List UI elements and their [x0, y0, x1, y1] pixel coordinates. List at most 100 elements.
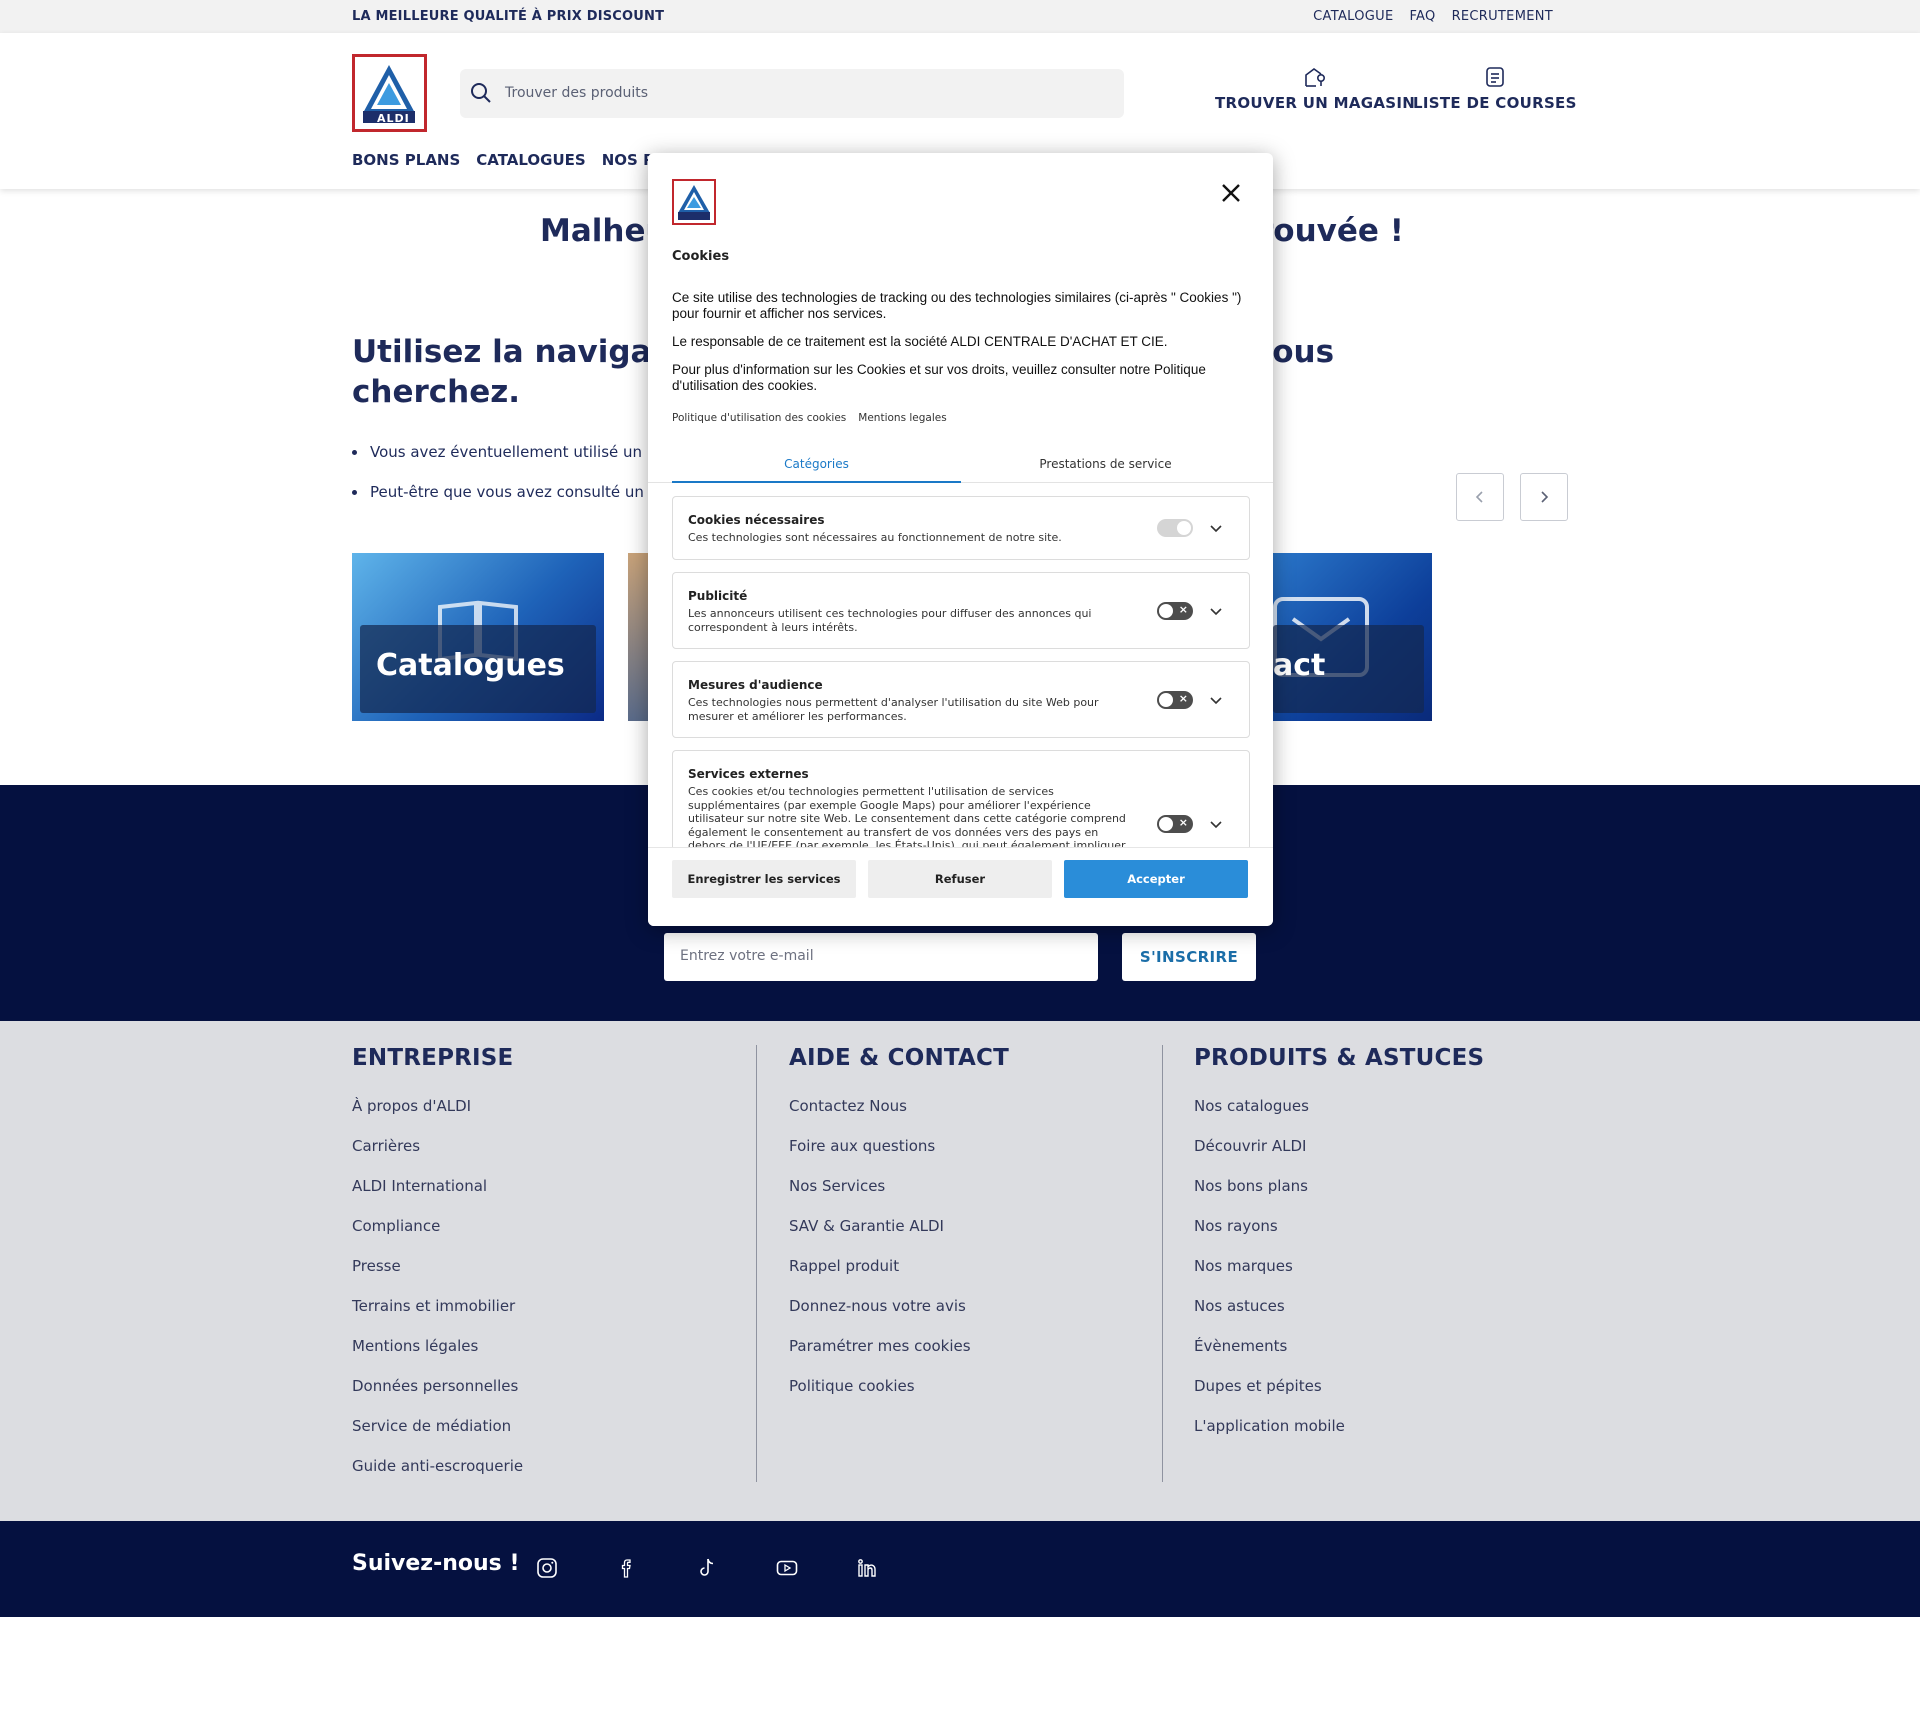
footer-link[interactable]: ALDI International [352, 1171, 523, 1211]
close-icon[interactable] [1217, 179, 1245, 207]
footer-link[interactable]: À propos d'ALDI [352, 1091, 523, 1131]
help-item: Peut-être que vous avez consulté un vie [368, 483, 674, 501]
tab-categories[interactable]: Catégories [672, 447, 961, 483]
chevron-left-icon [1475, 491, 1483, 503]
modal-aldi-logo [672, 179, 716, 225]
newsletter-email-input[interactable]: Entrez votre e-mail [664, 933, 1098, 981]
footer-link[interactable]: SAV & Garantie ALDI [789, 1211, 1009, 1251]
help-item: Vous avez éventuellement utilisé un lien [368, 443, 674, 461]
footer-link[interactable]: Service de médiation [352, 1411, 523, 1451]
footer-link[interactable]: Découvrir ALDI [1194, 1131, 1484, 1171]
store-location-icon [1305, 68, 1326, 87]
category-description: Ces technologies sont nécessaires au fon… [688, 531, 1062, 544]
footer-link[interactable]: Paramétrer mes cookies [789, 1331, 1009, 1371]
footer-link[interactable]: Compliance [352, 1211, 523, 1251]
footer-divider [1162, 1045, 1163, 1482]
chevron-down-icon[interactable] [1209, 604, 1223, 618]
footer-link[interactable]: Rappel produit [789, 1251, 1009, 1291]
tile-catalogues[interactable]: Catalogues [352, 553, 604, 721]
footer-link[interactable]: Données personnelles [352, 1371, 523, 1411]
instagram-icon[interactable] [535, 1556, 559, 1580]
social-bar: Suivez-nous ! [0, 1521, 1920, 1617]
store-finder-label: TROUVER UN MAGASIN [1215, 94, 1416, 112]
tile-contact[interactable]: act [1273, 553, 1432, 721]
footer-link[interactable]: L'application mobile [1194, 1411, 1484, 1451]
cookie-consent-dialog: Cookies Ce site utilise des technologies… [648, 153, 1273, 926]
legal-notice-link[interactable]: Mentions legales [858, 412, 946, 424]
tile-label: act [1273, 648, 1326, 683]
cookie-actions: Enregistrer les services Refuser Accepte… [648, 847, 1273, 926]
error-title-right: rouvée ! [1258, 213, 1404, 249]
chevron-down-icon[interactable] [1209, 693, 1223, 707]
facebook-icon[interactable] [615, 1556, 639, 1580]
category-toggle[interactable]: × [1157, 815, 1193, 833]
top-link-faq[interactable]: FAQ [1409, 9, 1435, 24]
footer-link[interactable]: Nos marques [1194, 1251, 1484, 1291]
subhead-line2: cherchez. [352, 374, 521, 410]
search-icon [471, 83, 491, 103]
refuse-button[interactable]: Refuser [868, 860, 1052, 898]
footer-link[interactable]: Presse [352, 1251, 523, 1291]
top-bar: LA MEILLEURE QUALITÉ À PRIX DISCOUNT CAT… [0, 0, 1920, 33]
category-title: Mesures d'audience [688, 678, 823, 692]
cookie-dialog-title: Cookies [672, 249, 730, 264]
accept-button[interactable]: Accepter [1064, 860, 1248, 898]
tagline: LA MEILLEURE QUALITÉ À PRIX DISCOUNT [352, 9, 665, 24]
footer-link[interactable]: Évènements [1194, 1331, 1484, 1371]
aldi-logo[interactable]: ALDI [352, 54, 427, 132]
footer-link[interactable]: Mentions légales [352, 1331, 523, 1371]
top-link-catalogue[interactable]: CATALOGUE [1313, 9, 1393, 24]
cookie-intro-text: Ce site utilise des technologies de trac… [672, 290, 1242, 321]
footer-link[interactable]: Carrières [352, 1131, 523, 1171]
footer-link[interactable]: Guide anti-escroquerie [352, 1451, 523, 1491]
category-toggle[interactable] [1157, 519, 1193, 537]
save-services-button[interactable]: Enregistrer les services [672, 860, 856, 898]
footer-link[interactable]: Politique cookies [789, 1371, 1009, 1411]
footer-link[interactable]: Nos rayons [1194, 1211, 1484, 1251]
logo-text: ALDI [377, 112, 410, 125]
footer-link[interactable]: Donnez-nous votre avis [789, 1291, 1009, 1331]
footer-col-title: AIDE & CONTACT [789, 1045, 1009, 1071]
footer-divider [756, 1045, 757, 1482]
shopping-list-button[interactable]: LISTE DE COURSES [1413, 66, 1577, 112]
chevron-down-icon[interactable] [1209, 817, 1223, 831]
footer-link[interactable]: Nos bons plans [1194, 1171, 1484, 1211]
category-toggle[interactable]: × [1157, 691, 1193, 709]
follow-us-label: Suivez-nous ! [352, 1551, 520, 1576]
search-placeholder: Trouver des produits [505, 85, 649, 101]
chevron-down-icon[interactable] [1209, 521, 1223, 535]
category-toggle[interactable]: × [1157, 602, 1193, 620]
nav-bons-plans[interactable]: BONS PLANS [352, 151, 460, 169]
footer-col-title: PRODUITS & ASTUCES [1194, 1045, 1485, 1071]
tiktok-icon[interactable] [695, 1556, 719, 1580]
footer-link[interactable]: Nos catalogues [1194, 1091, 1484, 1131]
subscribe-button[interactable]: S'INSCRIRE [1122, 933, 1256, 981]
top-link-recrutement[interactable]: RECRUTEMENT [1452, 9, 1553, 24]
footer-link[interactable]: Dupes et pépites [1194, 1371, 1484, 1411]
footer: ENTREPRISE À propos d'ALDI Carrières ALD… [0, 1021, 1920, 1521]
carousel-next-button[interactable] [1520, 473, 1568, 521]
shopping-list-label: LISTE DE COURSES [1413, 94, 1577, 112]
category-audience[interactable]: Mesures d'audience Ces technologies nous… [672, 661, 1250, 738]
store-finder-button[interactable]: TROUVER UN MAGASIN [1215, 66, 1415, 112]
category-advertising[interactable]: Publicité Les annonceurs utilisent ces t… [672, 572, 1250, 649]
cookie-info-text: Pour plus d'information sur les Cookies … [672, 362, 1206, 393]
nav-catalogues[interactable]: CATALOGUES [476, 151, 585, 169]
footer-link[interactable]: Foire aux questions [789, 1131, 1009, 1171]
footer-link[interactable]: Nos Services [789, 1171, 1009, 1211]
category-title: Publicité [688, 589, 748, 603]
category-external[interactable]: Services externes Ces cookies et/ou tech… [672, 750, 1250, 848]
youtube-icon[interactable] [775, 1556, 799, 1580]
cookie-policy-link[interactable]: Politique d'utilisation des cookies [672, 412, 846, 424]
email-placeholder: Entrez votre e-mail [680, 948, 814, 964]
category-description: Ces cookies et/ou technologies permetten… [688, 785, 1126, 847]
linkedin-icon[interactable] [855, 1556, 879, 1580]
footer-link[interactable]: Contactez Nous [789, 1091, 1009, 1131]
category-necessary[interactable]: Cookies nécessaires Ces technologies son… [672, 496, 1250, 560]
footer-link[interactable]: Terrains et immobilier [352, 1291, 523, 1331]
footer-link[interactable]: Nos astuces [1194, 1291, 1484, 1331]
carousel-prev-button[interactable] [1456, 473, 1504, 521]
tile-photo[interactable] [628, 553, 650, 721]
tab-services[interactable]: Prestations de service [961, 447, 1250, 483]
search-input[interactable]: Trouver des produits [460, 69, 1124, 118]
